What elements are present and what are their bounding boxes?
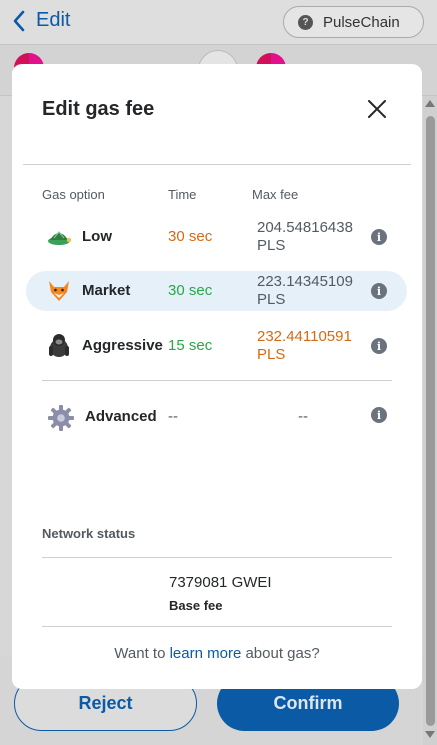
base-fee-label: Base fee: [169, 598, 223, 613]
max-fee-amount: 232.44110591: [257, 328, 352, 345]
network-name: PulseChain: [323, 13, 400, 31]
column-time: Time: [168, 187, 197, 202]
gas-option-name: Low: [82, 228, 112, 245]
max-fee-unit: PLS: [257, 346, 286, 363]
footer-prefix: Want to: [114, 645, 170, 662]
chevron-left-icon: [13, 10, 25, 31]
divider: [23, 164, 411, 165]
footer-suffix: about gas?: [241, 645, 320, 662]
gorilla-icon: [49, 334, 69, 357]
column-max-fee: Max fee: [252, 187, 299, 202]
modal-title: Edit gas fee: [42, 98, 155, 120]
network-selector[interactable]: ? PulseChain: [283, 6, 424, 38]
fox-icon: [49, 281, 69, 301]
learn-more-link[interactable]: learn more: [170, 645, 242, 662]
gas-option-low[interactable]: Low 30 sec 204.54816438 PLS i: [26, 217, 407, 257]
gas-option-time: --: [168, 408, 178, 425]
gas-option-time: 30 sec: [168, 228, 213, 245]
back-button[interactable]: Edit: [12, 9, 70, 32]
back-label: Edit: [36, 9, 71, 31]
scroll-up-icon[interactable]: [425, 100, 435, 107]
info-icon[interactable]: i: [371, 338, 387, 354]
info-icon[interactable]: i: [371, 229, 387, 245]
gas-option-max-fee: --: [298, 408, 308, 425]
gas-option-time: 15 sec: [168, 337, 213, 354]
gas-option-name: Aggressive: [82, 337, 163, 354]
learn-more-footer: Want to learn more about gas?: [12, 645, 422, 662]
scroll-down-icon[interactable]: [425, 731, 435, 738]
info-icon[interactable]: i: [371, 283, 387, 299]
gas-option-advanced[interactable]: Advanced -- -- i: [26, 397, 407, 437]
gas-option-name: Market: [82, 282, 131, 299]
gas-option-max-fee: 204.54816438 PLS: [257, 219, 367, 255]
background-content: [0, 96, 12, 656]
scrollbar-thumb[interactable]: [426, 116, 435, 726]
gas-option-max-fee: 232.44110591 PLS: [257, 328, 367, 364]
edit-gas-fee-modal: Edit gas fee Gas option Time Max fee Low…: [12, 64, 422, 689]
network-question-icon: ?: [298, 14, 313, 30]
divider: [42, 557, 392, 558]
max-fee-unit: PLS: [257, 237, 286, 254]
turtle-icon: [48, 231, 72, 245]
info-icon[interactable]: i: [371, 407, 387, 423]
max-fee-amount: 204.54816438: [257, 219, 353, 236]
base-fee-value: 7379081 GWEI: [169, 574, 272, 591]
gas-option-market[interactable]: Market 30 sec 223.14345109 PLS i: [26, 271, 407, 311]
close-icon[interactable]: [366, 98, 388, 120]
gas-option-time: 30 sec: [168, 282, 213, 299]
gas-option-name: Advanced: [85, 408, 157, 425]
column-gas-option: Gas option: [42, 187, 105, 202]
max-fee-unit: PLS: [257, 291, 286, 308]
divider: [42, 626, 392, 627]
gear-icon: [48, 405, 74, 431]
gas-option-max-fee: 223.14345109 PLS: [257, 273, 367, 309]
gas-option-aggressive[interactable]: Aggressive 15 sec 232.44110591 PLS i: [26, 326, 407, 366]
network-status-label: Network status: [42, 526, 136, 541]
top-bar: Edit ? PulseChain: [0, 0, 437, 44]
max-fee-amount: 223.14345109: [257, 273, 353, 290]
divider: [42, 380, 392, 381]
